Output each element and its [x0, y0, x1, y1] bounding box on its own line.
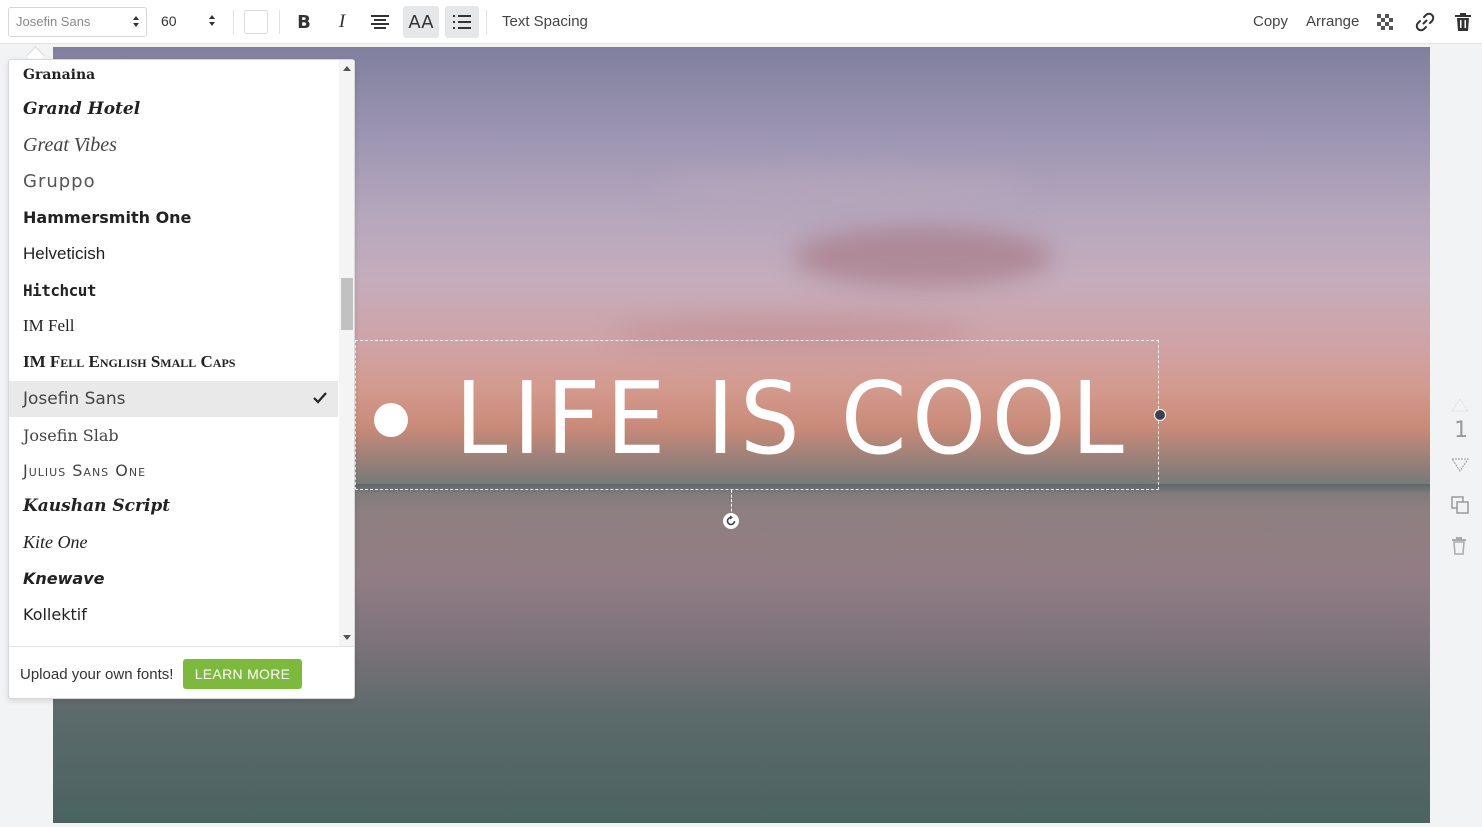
font-list-scrollbar[interactable] — [339, 60, 354, 646]
page-up-icon[interactable] — [1451, 398, 1469, 415]
font-size-select[interactable]: 60 — [154, 7, 222, 37]
font-option-granaina[interactable]: Granaina — [9, 60, 338, 93]
font-option-knewave[interactable]: Knewave — [9, 560, 338, 596]
align-button[interactable] — [363, 6, 397, 38]
font-option-hammersmith-one[interactable]: Hammersmith One — [9, 199, 338, 235]
bulleted-list-icon — [453, 15, 471, 29]
font-option-josefin-sans[interactable]: Josefin Sans — [9, 381, 338, 417]
background-cloud — [793, 227, 1053, 287]
arrange-button[interactable]: Arrange — [1306, 13, 1359, 30]
italic-button[interactable]: I — [325, 6, 359, 38]
font-option-helveticish[interactable]: Helveticish — [9, 236, 338, 272]
scroll-thumb[interactable] — [341, 278, 353, 330]
align-center-icon — [371, 15, 389, 29]
uppercase-button[interactable]: AA — [403, 6, 439, 38]
list-bullet — [374, 403, 408, 437]
upload-fonts-text: Upload your own fonts! — [20, 666, 174, 683]
editor-toolbar: Josefin Sans 60 B I AA Text Spacing Copy… — [0, 0, 1482, 44]
select-caret-icon — [208, 14, 216, 28]
scroll-down-arrow-icon[interactable] — [343, 635, 351, 640]
uppercase-label: AA — [408, 11, 434, 33]
scroll-up-arrow-icon[interactable] — [343, 66, 351, 71]
headline-text[interactable]: LIFE IS COOL — [455, 359, 1129, 479]
font-option-hitchcut[interactable]: Hitchcut — [9, 272, 338, 308]
toolbar-divider — [486, 10, 487, 34]
font-option-julius-sans-one[interactable]: Julius Sans One — [9, 452, 338, 488]
text-spacing-button[interactable]: Text Spacing — [502, 13, 588, 30]
font-option-great-vibes[interactable]: Great Vibes — [9, 127, 338, 163]
background-cloud — [653, 167, 1033, 207]
toolbar-divider — [279, 10, 280, 34]
font-family-value: Josefin Sans — [16, 14, 91, 29]
font-dropdown: Granaina Grand Hotel Great Vibes Gruppo … — [8, 59, 355, 699]
font-option-kaushan-script[interactable]: Kaushan Script — [9, 488, 338, 524]
delete-button[interactable] — [1446, 6, 1480, 38]
delete-page-icon[interactable] — [1451, 537, 1467, 558]
font-option-kite-one[interactable]: Kite One — [9, 524, 338, 560]
rotate-icon — [726, 515, 736, 526]
bold-button[interactable]: B — [287, 6, 321, 38]
link-icon — [1415, 12, 1435, 32]
font-option-gruppo[interactable]: Gruppo — [9, 163, 338, 199]
rotate-handle[interactable] — [723, 513, 739, 529]
checkmark-icon — [313, 392, 327, 404]
transparency-icon — [1377, 14, 1393, 30]
resize-handle[interactable] — [1154, 409, 1166, 421]
toolbar-divider — [233, 10, 234, 34]
page-down-icon[interactable] — [1451, 458, 1469, 475]
text-color-swatch[interactable] — [244, 10, 268, 34]
dropdown-footer: Upload your own fonts! LEARN MORE — [9, 646, 354, 698]
font-size-value: 60 — [161, 13, 177, 29]
transparency-button[interactable] — [1368, 6, 1402, 38]
font-option-im-fell[interactable]: IM Fell — [9, 308, 338, 344]
learn-more-button[interactable]: LEARN MORE — [183, 659, 302, 689]
trash-icon — [1455, 13, 1471, 31]
copy-button[interactable]: Copy — [1253, 13, 1288, 30]
font-option-grand-hotel[interactable]: Grand Hotel — [9, 91, 338, 127]
font-option-kollektif[interactable]: Kollektif — [9, 596, 338, 632]
font-option-im-fell-english-sc[interactable]: IM Fell English Small Caps — [9, 344, 338, 380]
font-family-select[interactable]: Josefin Sans — [8, 7, 147, 37]
link-button[interactable] — [1408, 6, 1442, 38]
duplicate-page-icon[interactable] — [1451, 496, 1469, 517]
bold-icon: B — [297, 11, 311, 33]
font-list[interactable]: Granaina Grand Hotel Great Vibes Gruppo … — [9, 60, 338, 646]
select-caret-icon — [132, 15, 140, 29]
page-number: 1 — [1454, 418, 1468, 443]
bulleted-list-button[interactable] — [445, 6, 479, 38]
font-option-josefin-slab[interactable]: Josefin Slab — [9, 417, 338, 453]
italic-icon: I — [338, 11, 346, 32]
